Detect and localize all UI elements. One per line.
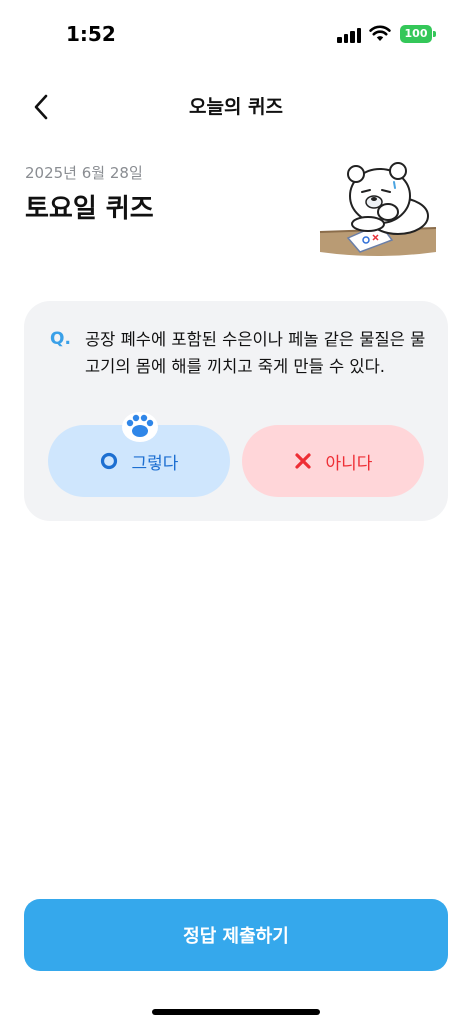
page-title: 오늘의 퀴즈 — [188, 96, 283, 118]
battery-tip — [433, 31, 436, 37]
quiz-title: 토요일 퀴즈 — [25, 194, 154, 224]
answer-no-button[interactable]: 아니다 — [242, 425, 424, 497]
cellular-signal-icon — [337, 27, 363, 43]
home-indicator — [152, 1009, 320, 1015]
answer-yes-label: 그렇다 — [131, 453, 179, 474]
answer-no-label: 아니다 — [325, 453, 373, 474]
paw-icon — [122, 412, 158, 442]
status-time: 1:52 — [66, 22, 116, 46]
battery-indicator: 100 — [400, 25, 432, 43]
question-marker: Q. — [50, 329, 71, 349]
polar-bear-mascot-icon — [319, 162, 437, 256]
quiz-date: 2025년 6월 28일 — [25, 164, 143, 182]
question-text: 공장 폐수에 포함된 수은이나 페놀 같은 물질은 물고기의 몸에 해를 끼치고… — [85, 330, 426, 376]
submit-answer-button[interactable]: 정답 제출하기 — [24, 899, 448, 971]
wifi-icon — [369, 25, 391, 41]
x-mark-icon — [294, 452, 312, 470]
circle-o-icon — [100, 452, 118, 470]
status-bar: 1:52 100 — [0, 0, 472, 60]
question-card: Q. 공장 폐수에 포함된 수은이나 페놀 같은 물질은 물고기의 몸에 해를 … — [24, 301, 448, 521]
